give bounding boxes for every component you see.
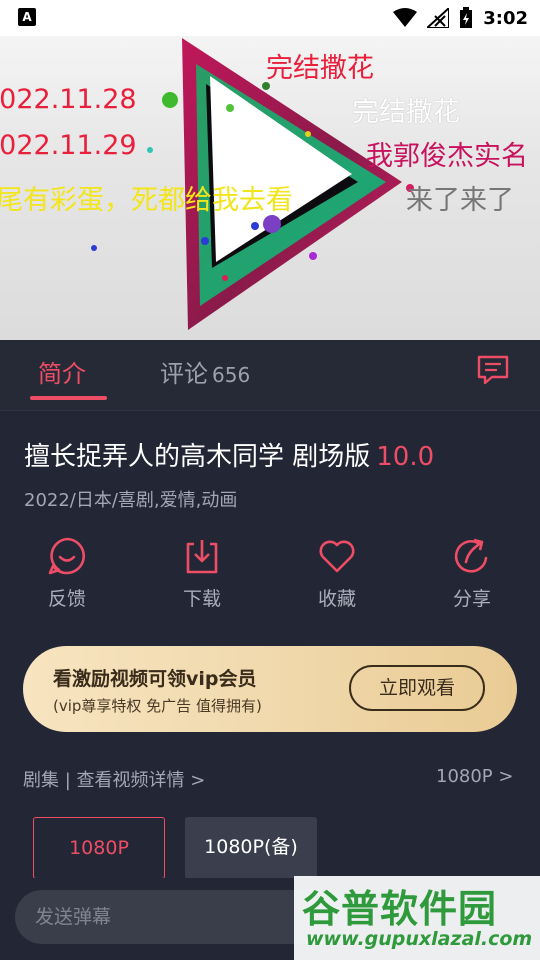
- feedback-label: 反馈: [47, 588, 86, 610]
- show-title: 擅长捉弄人的高木同学 剧场版: [24, 442, 371, 472]
- tab-active-indicator: [30, 396, 107, 400]
- danmaku-comment: 尾有彩蛋，死都给我去看: [0, 185, 293, 216]
- status-bar: A 3:02: [0, 0, 540, 36]
- download-icon: [186, 540, 218, 574]
- promo-subtitle: (vip尊享特权 免广告 值得拥有): [53, 697, 262, 715]
- watermark-url: www.gupuxlazal.com: [306, 928, 533, 950]
- danmaku-comment: 我郭俊杰实名: [366, 141, 528, 172]
- show-meta: 2022/日本/喜剧,爱情,动画: [24, 490, 238, 511]
- share-label: 分享: [452, 588, 491, 610]
- danmaku-comment: 完结撒花: [266, 53, 374, 84]
- episodes-details-link[interactable]: 剧集 | 查看视频详情 >: [23, 766, 205, 792]
- share-button[interactable]: 分享: [427, 536, 517, 611]
- clock-time: 3:02: [483, 7, 528, 29]
- watermark-name: 谷普软件园: [302, 887, 498, 931]
- app-notification-icon: A: [18, 8, 36, 26]
- share-icon: [454, 538, 488, 573]
- wifi-icon: [393, 8, 418, 27]
- danmaku-comment: 2022.11.29: [0, 130, 137, 161]
- episode-chip[interactable]: 1080P(备): [185, 817, 317, 879]
- vip-promo-banner: 看激励视频可领vip会员 (vip尊享特权 免广告 值得拥有) 立即观看: [23, 646, 517, 732]
- favorite-button[interactable]: 收藏: [292, 536, 382, 611]
- quality-selector[interactable]: 1080P >: [436, 766, 513, 787]
- download-label: 下载: [182, 588, 221, 610]
- feedback-smile-icon: [48, 537, 86, 575]
- watch-now-button[interactable]: 立即观看: [349, 665, 485, 711]
- danmaku-comment: 完结撒花: [352, 97, 460, 128]
- comment-count: 656: [212, 363, 251, 387]
- heart-icon: [319, 540, 355, 573]
- battery-icon: [460, 7, 473, 28]
- promo-title: 看激励视频可领vip会员: [53, 668, 257, 690]
- site-watermark: 谷普软件园 www.gupuxlazal.com: [294, 876, 540, 960]
- show-title-row: 擅长捉弄人的高木同学 剧场版 10.0: [24, 436, 434, 473]
- tab-comments[interactable]: 评论 656: [160, 354, 250, 389]
- episode-chip-selected[interactable]: 1080P: [33, 817, 165, 879]
- danmaku-list-icon[interactable]: [476, 354, 510, 386]
- show-score: 10.0: [376, 442, 435, 472]
- video-player[interactable]: 完结撒花 2022.11.28 完结撒花 2022.11.29 我郭俊杰实名 尾…: [0, 36, 540, 340]
- signal-icon: [427, 8, 450, 28]
- danmaku-comment: 2022.11.28: [0, 84, 137, 115]
- favorite-label: 收藏: [317, 588, 356, 610]
- download-button[interactable]: 下载: [157, 536, 247, 611]
- tab-intro[interactable]: 简介: [38, 354, 86, 389]
- tab-comments-label: 评论: [160, 360, 208, 388]
- danmaku-comment: 来了来了: [406, 185, 514, 216]
- feedback-button[interactable]: 反馈: [22, 536, 112, 611]
- detail-tabs: 简介 评论 656: [0, 340, 540, 411]
